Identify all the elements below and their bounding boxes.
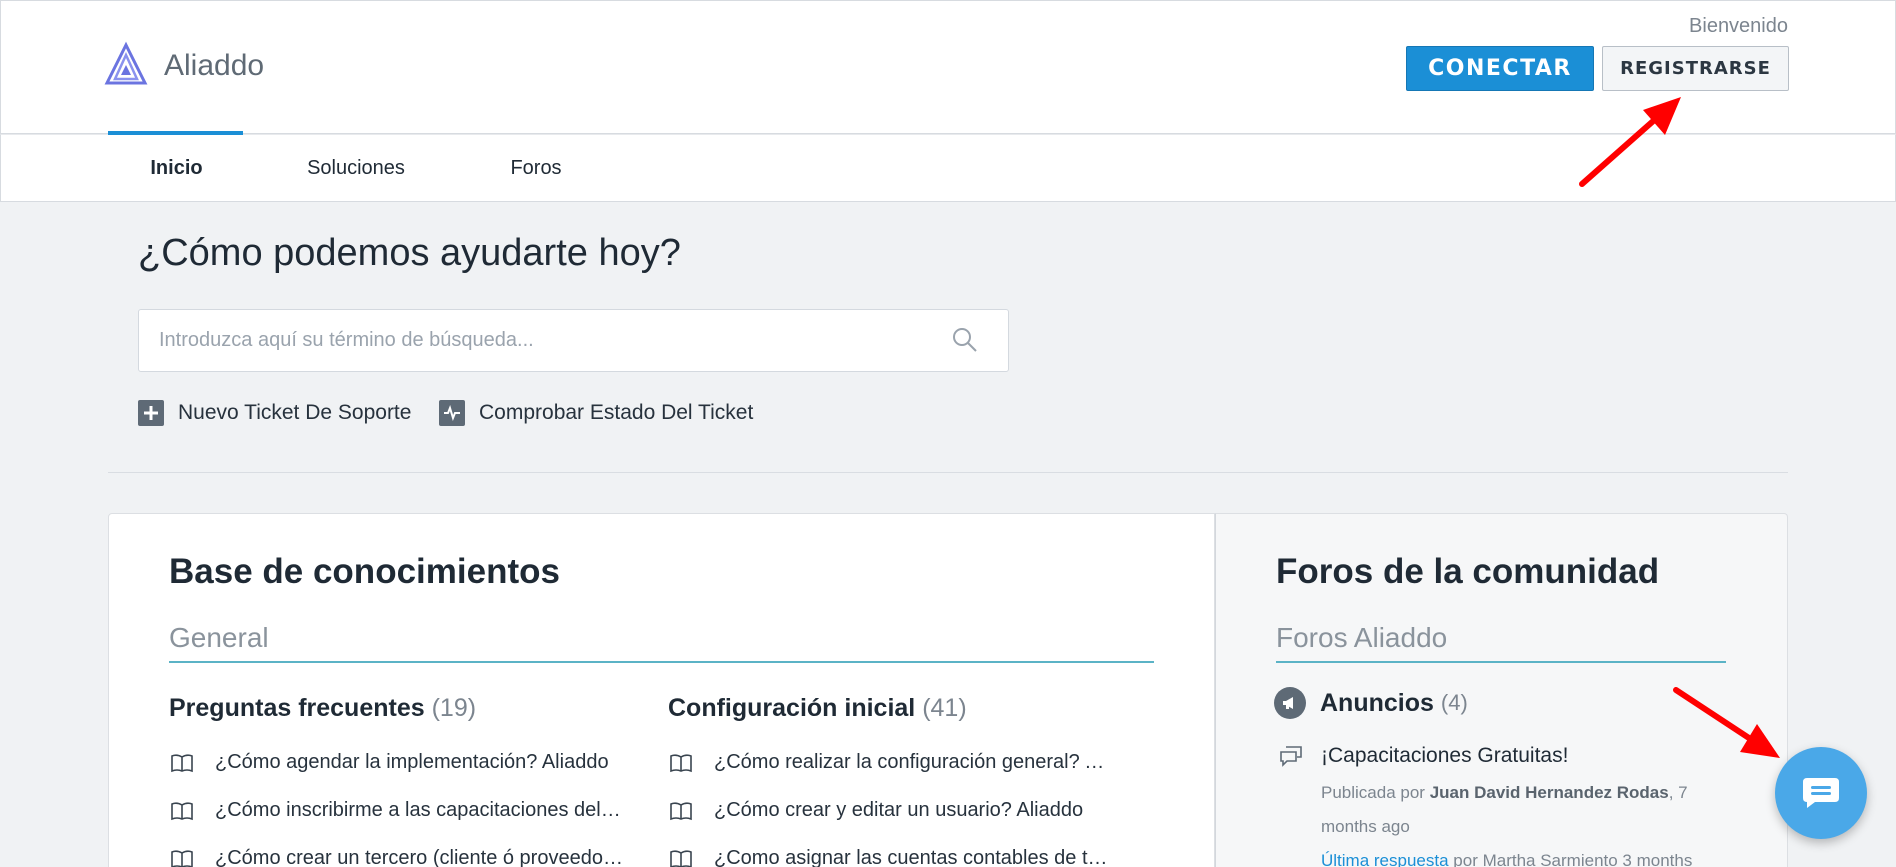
kb-article-link[interactable]: ¿Cómo inscribirme a las capacitaciones d… — [171, 799, 626, 822]
chat-icon — [1803, 778, 1839, 808]
check-ticket-status-label: Comprobar Estado Del Ticket — [479, 401, 754, 424]
posted-by-label: Publicada por — [1321, 783, 1425, 802]
forum-topic-title[interactable]: ¡Capacitaciones Gratuitas! — [1321, 744, 1568, 768]
chat-button[interactable] — [1775, 747, 1867, 839]
kb-article-link[interactable]: ¿Cómo agendar la implementación? Aliaddo — [171, 751, 626, 774]
kb-article-link[interactable]: ¿Cómo crear y editar un usuario? Aliaddo — [670, 799, 1115, 822]
last-reply-link[interactable]: Última respuesta — [1321, 851, 1449, 867]
megaphone-icon — [1274, 687, 1306, 719]
kb-article-title: ¿Cómo realizar la configuración general?… — [714, 751, 1115, 773]
kb-article-title: ¿Cómo agendar la implementación? Aliaddo — [215, 751, 609, 773]
kb-category-initial-setup[interactable]: Configuración inicial (41) — [668, 694, 967, 723]
knowledge-base-title: Base de conocimientos — [169, 552, 560, 591]
kb-article-title: ¿Cómo inscribirme a las capacitaciones d… — [215, 799, 626, 821]
book-icon — [171, 753, 193, 772]
book-icon — [670, 753, 692, 772]
kb-category-count: (41) — [922, 694, 967, 722]
kb-article-title: ¿Cómo crear un tercero (cliente ó provee… — [215, 847, 626, 867]
site-header: Aliaddo Bienvenido CONECTAR REGISTRARSE — [0, 0, 1896, 134]
kb-category-title: Preguntas frecuentes — [169, 694, 425, 722]
forum-category-count: (4) — [1440, 690, 1468, 715]
discussion-icon — [1280, 746, 1302, 767]
kb-article-link[interactable]: ¿Cómo realizar la configuración general?… — [670, 751, 1115, 774]
search-icon[interactable] — [951, 326, 979, 354]
new-ticket-link[interactable]: Nuevo Ticket De Soporte — [138, 400, 411, 426]
kb-section-general[interactable]: General — [169, 622, 269, 654]
kb-category-title: Configuración inicial — [668, 694, 916, 722]
forum-category-label: Anuncios — [1320, 688, 1434, 717]
book-icon — [670, 849, 692, 867]
forum-section-aliaddo[interactable]: Foros Aliaddo — [1276, 622, 1447, 654]
topic-author: Juan David Hernandez Rodas — [1429, 783, 1669, 802]
book-icon — [670, 801, 692, 820]
aliaddo-logo-icon[interactable] — [103, 41, 149, 87]
search-box — [138, 309, 1009, 372]
last-reply-meta: por Martha Sarmiento 3 months — [1453, 851, 1693, 867]
search-input[interactable] — [159, 310, 959, 371]
kb-article-title: ¿Cómo crear y editar un usuario? Aliaddo — [714, 799, 1084, 821]
tab-foros[interactable]: Foros — [486, 135, 586, 201]
kb-section-underline — [169, 661, 1154, 663]
check-ticket-status-link[interactable]: Comprobar Estado Del Ticket — [439, 400, 753, 426]
book-icon — [171, 849, 193, 867]
brand-name[interactable]: Aliaddo — [164, 49, 264, 83]
kb-category-faq[interactable]: Preguntas frecuentes (19) — [169, 694, 476, 723]
kb-article-title: ¿Como asignar las cuentas contables de t… — [714, 847, 1115, 867]
community-forums-title: Foros de la comunidad — [1276, 552, 1660, 591]
forum-topic-meta: Publicada por Juan David Hernandez Rodas… — [1321, 776, 1731, 867]
tab-inicio[interactable]: Inicio — [109, 135, 244, 201]
welcome-text: Bienvenido — [1689, 15, 1788, 37]
kb-category-count: (19) — [431, 694, 477, 722]
forum-section-underline — [1276, 661, 1726, 663]
plus-icon — [138, 400, 164, 426]
new-ticket-label: Nuevo Ticket De Soporte — [178, 401, 412, 424]
register-button[interactable]: REGISTRARSE — [1602, 46, 1789, 91]
activity-icon — [439, 400, 465, 426]
book-icon — [171, 801, 193, 820]
kb-article-link[interactable]: ¿Cómo crear un tercero (cliente ó provee… — [171, 847, 626, 867]
active-tab-indicator — [108, 131, 243, 135]
page-title: ¿Cómo podemos ayudarte hoy? — [138, 232, 681, 274]
forum-category-anuncios[interactable]: Anuncios (4) — [1274, 687, 1468, 719]
kb-article-link[interactable]: ¿Como asignar las cuentas contables de t… — [670, 847, 1115, 867]
tab-soluciones[interactable]: Soluciones — [281, 135, 431, 201]
main-nav: Inicio Soluciones Foros — [0, 134, 1896, 202]
connect-button[interactable]: CONECTAR — [1406, 46, 1594, 91]
